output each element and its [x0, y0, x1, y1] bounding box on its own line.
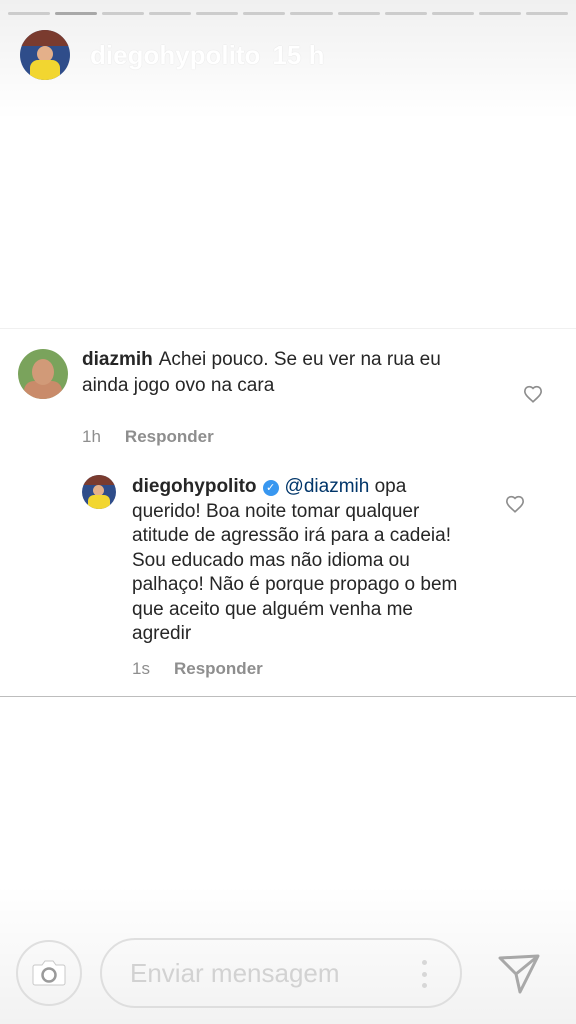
reply-meta: 1s Responder	[132, 659, 263, 679]
send-icon[interactable]	[494, 950, 542, 996]
comment-username[interactable]: diazmih	[82, 349, 153, 370]
progress-segment	[149, 12, 192, 15]
progress-segment	[8, 12, 51, 15]
reply-text-block: diegohypolito ✓ @diazmih opa querido! Boa …	[132, 475, 472, 647]
comment-meta: 1h Responder	[82, 427, 214, 447]
more-vertical-icon[interactable]	[420, 960, 428, 988]
commenter-avatar[interactable]	[18, 349, 68, 399]
comment-time: 1h	[82, 427, 101, 446]
reply-reply-button[interactable]: Responder	[174, 659, 263, 679]
progress-segment	[55, 12, 98, 15]
heart-icon[interactable]	[505, 495, 525, 513]
story-header: diegohypolito 15 h	[20, 30, 324, 80]
story-progress-bar	[8, 12, 568, 15]
reply-mention[interactable]: @diazmih	[285, 476, 370, 497]
comment-text-block: diazmih Achei pouco. Se eu ver na rua eu …	[82, 347, 482, 399]
comment-card: diazmih Achei pouco. Se eu ver na rua eu …	[0, 328, 576, 697]
progress-segment	[525, 12, 568, 15]
progress-segment	[478, 12, 521, 15]
progress-segment	[102, 12, 145, 15]
reply-time: 1s	[132, 659, 150, 678]
story-author-username[interactable]: diegohypolito	[90, 40, 260, 71]
reply-username[interactable]: diegohypolito	[132, 476, 257, 497]
reply-author-avatar[interactable]	[82, 475, 116, 509]
verified-badge-icon: ✓	[262, 480, 279, 496]
progress-segment	[384, 12, 427, 15]
heart-icon[interactable]	[523, 385, 543, 403]
progress-segment	[243, 12, 286, 15]
progress-segment	[196, 12, 239, 15]
progress-segment	[337, 12, 380, 15]
progress-segment	[290, 12, 333, 15]
reply-text: opa querido! Boa noite tomar qualquer at…	[132, 476, 458, 644]
message-input[interactable]: Enviar mensagem	[100, 938, 462, 1008]
progress-segment	[431, 12, 474, 15]
story-author-avatar[interactable]	[20, 30, 70, 80]
camera-icon	[32, 960, 66, 986]
camera-button[interactable]	[16, 940, 82, 1006]
story-timestamp: 15 h	[272, 39, 325, 70]
comment-reply-button[interactable]: Responder	[125, 427, 214, 447]
